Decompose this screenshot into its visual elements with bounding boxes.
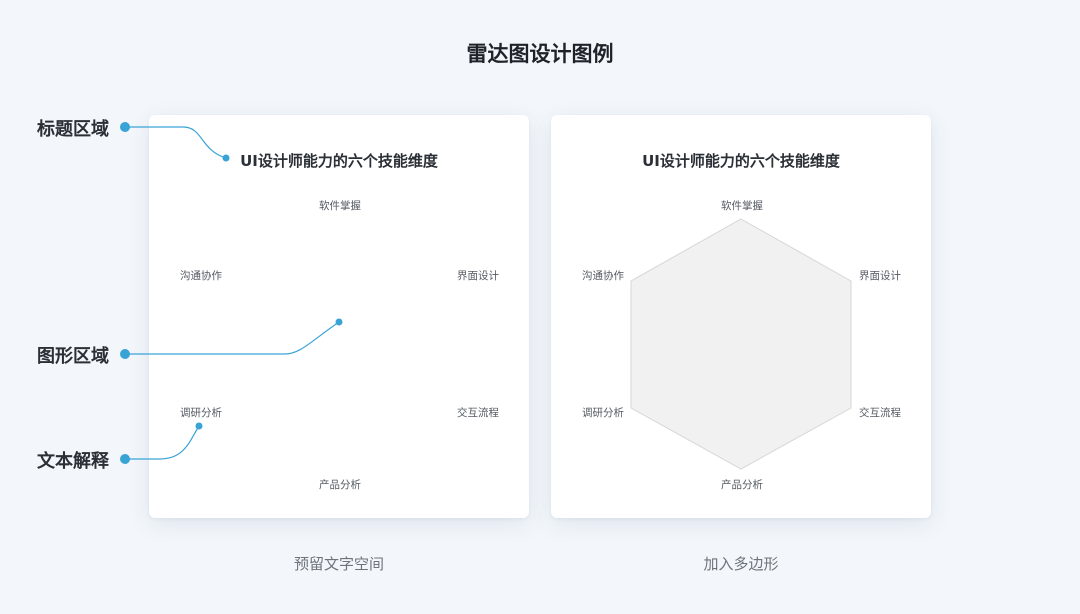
leader-line-graph-area xyxy=(125,321,340,355)
leader-dot-text-end xyxy=(195,422,203,430)
leader-dot-title-start xyxy=(120,122,130,132)
leader-line-title-area xyxy=(125,126,227,159)
caption-add-polygon: 加入多边形 xyxy=(703,555,779,573)
leader-dot-graph-end xyxy=(335,318,343,326)
annotation-leader-lines xyxy=(120,122,343,464)
leader-line-text-area xyxy=(125,425,200,460)
leader-dot-graph-start xyxy=(120,349,130,359)
leader-dot-text-start xyxy=(120,454,130,464)
caption-reserved-text-space: 预留文字空间 xyxy=(293,555,384,573)
leader-dot-title-end xyxy=(222,154,230,162)
